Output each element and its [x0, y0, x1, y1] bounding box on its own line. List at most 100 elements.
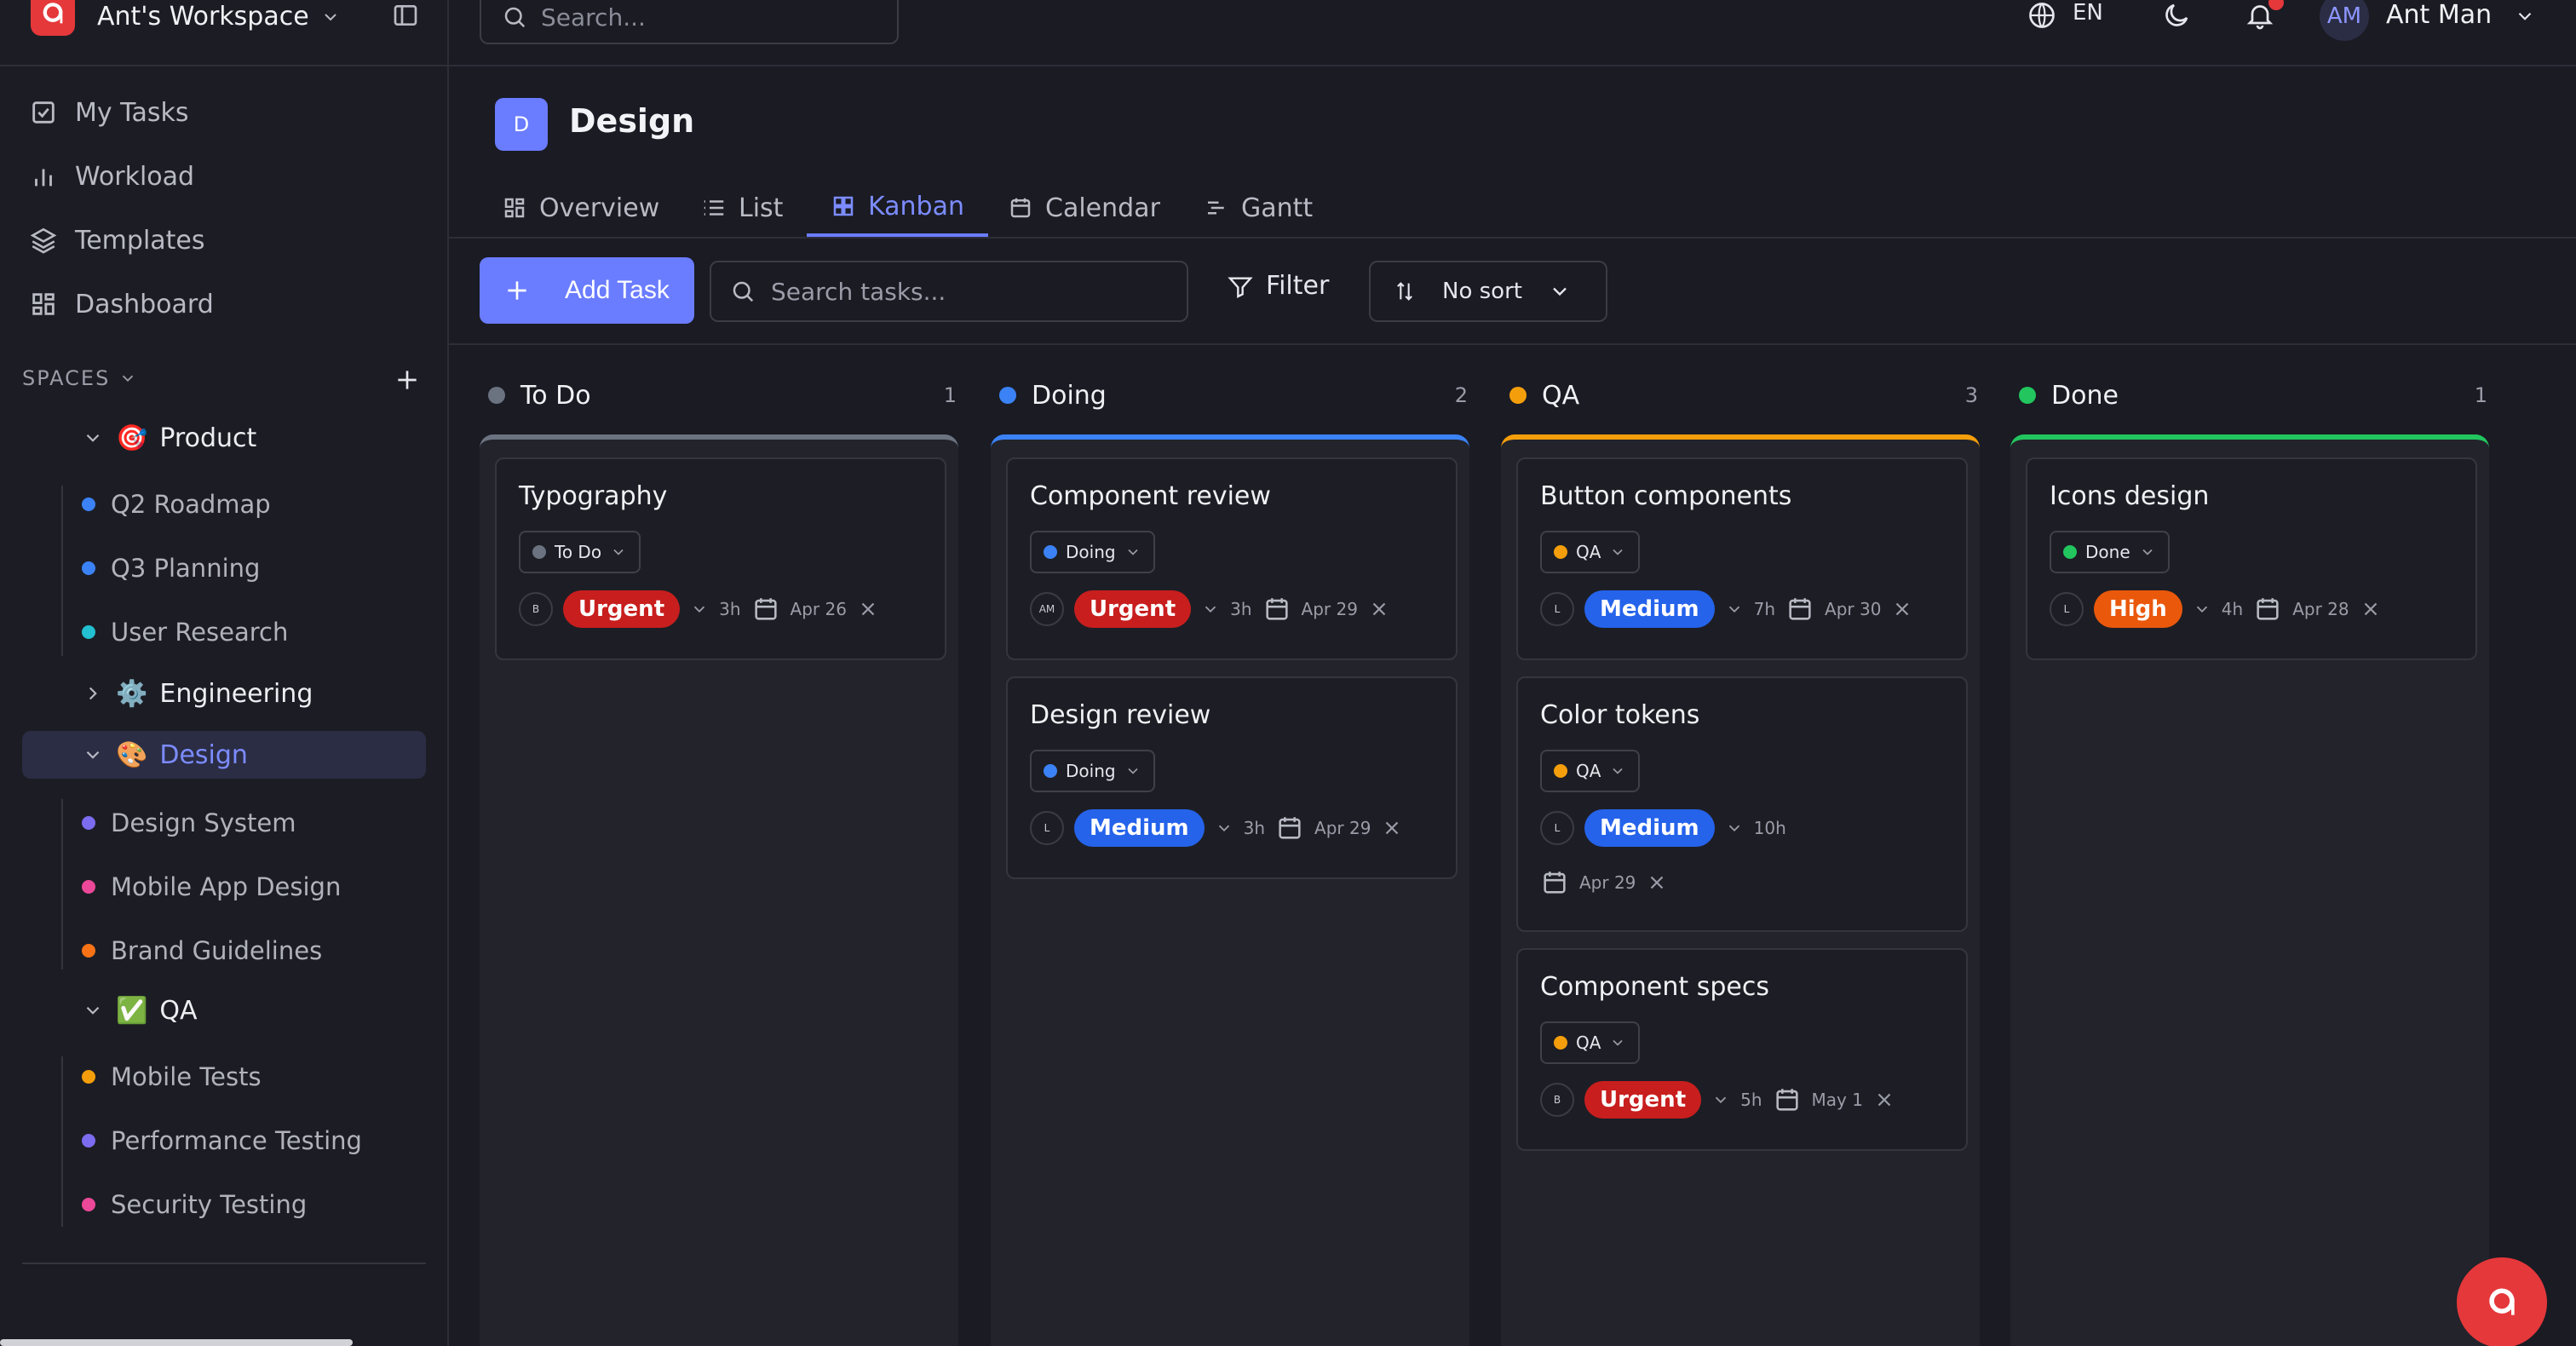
workspace-name[interactable]: Ant's Workspace [97, 0, 309, 34]
due-date: May 1 [1811, 1090, 1863, 1110]
tab-kanban[interactable]: Kanban [807, 179, 988, 237]
task-card[interactable]: Component specs QA B Urgent 5h May 1 [1516, 948, 1968, 1151]
help-fab-button[interactable] [2457, 1257, 2547, 1346]
calendar-icon[interactable] [1275, 814, 1304, 843]
sort-select[interactable]: No sort [1369, 261, 1607, 322]
list-item-q2-roadmap[interactable]: Q2 Roadmap [82, 484, 271, 525]
list-item-mobile-app-design[interactable]: Mobile App Design [82, 866, 341, 907]
status-dropdown[interactable]: Doing [1030, 531, 1155, 573]
calendar-icon[interactable] [751, 595, 780, 624]
task-card[interactable]: Color tokens QA L Medium 10h Apr 29 [1516, 676, 1968, 932]
priority-badge[interactable]: Urgent [563, 590, 681, 628]
close-icon[interactable] [857, 598, 879, 620]
task-card[interactable]: Design review Doing L Medium 3h Apr 29 [1006, 676, 1458, 879]
chevron-down-icon[interactable] [1201, 600, 1220, 618]
task-card[interactable]: Button components QA L Medium 7h Apr 30 [1516, 457, 1968, 660]
sort-label: No sort [1442, 279, 1522, 304]
task-title: Color tokens [1540, 700, 1700, 730]
space-emoji: 🎯 [116, 423, 148, 453]
close-icon[interactable] [1381, 817, 1403, 839]
status-dropdown[interactable]: QA [1540, 1021, 1641, 1064]
add-space-icon[interactable] [394, 366, 421, 394]
tab-list[interactable]: List [701, 179, 783, 237]
scrollbar[interactable] [0, 1339, 353, 1346]
nav-templates[interactable]: Templates [29, 220, 205, 261]
grid-icon [504, 198, 525, 218]
assignee-avatar[interactable]: L [1030, 811, 1064, 845]
assignee-avatar[interactable]: AM [1030, 592, 1064, 626]
chevron-down-icon[interactable] [690, 600, 709, 618]
close-icon[interactable] [1873, 1089, 1895, 1111]
nav-dashboard[interactable]: Dashboard [29, 284, 214, 325]
chevron-down-icon[interactable] [320, 7, 341, 27]
status-dropdown[interactable]: Done [2050, 531, 2170, 573]
priority-badge[interactable]: Urgent [1074, 590, 1192, 628]
nav-my-tasks[interactable]: My Tasks [29, 92, 189, 133]
space-design[interactable]: 🎨 Design [22, 731, 426, 779]
list-item-brand-guidelines[interactable]: Brand Guidelines [82, 930, 322, 971]
assignee-avatar[interactable]: B [519, 592, 553, 626]
tab-overview[interactable]: Overview [502, 179, 659, 237]
list-item-security-testing[interactable]: Security Testing [82, 1184, 307, 1225]
space-engineering[interactable]: ⚙️ Engineering [82, 670, 313, 717]
language-selector[interactable]: EN [2073, 0, 2103, 26]
task-card[interactable]: Component review Doing AM Urgent 3h Apr 29 [1006, 457, 1458, 660]
user-name[interactable]: Ant Man [2386, 0, 2492, 30]
tab-gantt[interactable]: Gantt [1204, 179, 1313, 237]
globe-icon[interactable] [2027, 0, 2057, 31]
calendar-icon[interactable] [1785, 595, 1814, 624]
close-icon[interactable] [1891, 598, 1913, 620]
column-count: 2 [1454, 383, 1468, 407]
calendar-icon[interactable] [2253, 595, 2282, 624]
global-search-input[interactable]: Search... [480, 0, 899, 44]
task-card[interactable]: Typography To Do B Urgent 3h Apr 26 [495, 457, 946, 660]
status-dropdown[interactable]: Doing [1030, 750, 1155, 792]
calendar-icon[interactable] [1540, 868, 1569, 897]
chevron-down-icon[interactable] [2514, 5, 2536, 27]
priority-badge[interactable]: Medium [1584, 809, 1715, 847]
assignee-avatar[interactable]: L [1540, 592, 1574, 626]
task-card[interactable]: Icons design Done L High 4h Apr 28 [2026, 457, 2477, 660]
moon-icon[interactable] [2161, 0, 2192, 31]
space-name: Product [159, 423, 257, 453]
chevron-down-icon[interactable] [1725, 819, 1744, 837]
space-product[interactable]: 🎯 Product [82, 414, 256, 462]
status-dropdown[interactable]: QA [1540, 750, 1641, 792]
priority-badge[interactable]: Medium [1584, 590, 1715, 628]
close-icon[interactable] [2360, 598, 2382, 620]
tab-calendar[interactable]: Calendar [1008, 179, 1160, 237]
list-item-design-system[interactable]: Design System [82, 802, 296, 843]
add-task-button[interactable]: Add Task [480, 257, 694, 324]
task-search-input[interactable]: Search tasks... [710, 261, 1188, 322]
calendar-icon[interactable] [1773, 1085, 1802, 1114]
spaces-header[interactable]: SPACES [22, 366, 137, 390]
chevron-down-icon[interactable] [2193, 600, 2211, 618]
close-icon[interactable] [1646, 871, 1668, 894]
nav-label: Dashboard [75, 289, 214, 319]
close-icon[interactable] [1368, 598, 1390, 620]
filter-button[interactable]: Filter [1227, 271, 1329, 301]
priority-badge[interactable]: Urgent [1584, 1081, 1702, 1119]
priority-badge[interactable]: Medium [1074, 809, 1205, 847]
avatar[interactable]: AM [2320, 0, 2369, 41]
list-item-q3-planning[interactable]: Q3 Planning [82, 548, 260, 589]
assignee-avatar[interactable]: L [2050, 592, 2084, 626]
list-label: User Research [111, 618, 289, 647]
space-qa[interactable]: ✅ QA [82, 986, 198, 1034]
calendar-icon[interactable] [1262, 595, 1291, 624]
chevron-down-icon[interactable] [1725, 600, 1744, 618]
nav-workload[interactable]: Workload [29, 156, 194, 197]
status-dropdown[interactable]: QA [1540, 531, 1641, 573]
sidebar-toggle-icon[interactable] [392, 2, 419, 29]
list-item-mobile-tests[interactable]: Mobile Tests [82, 1056, 262, 1097]
priority-badge[interactable]: High [2094, 590, 2182, 628]
status-dropdown[interactable]: To Do [519, 531, 641, 573]
chevron-down-icon[interactable] [1215, 819, 1233, 837]
list-item-user-research[interactable]: User Research [82, 612, 288, 653]
chevron-down-icon[interactable] [1711, 1090, 1730, 1109]
assignee-avatar[interactable]: L [1540, 811, 1574, 845]
task-meta: L Medium 7h Apr 30 [1540, 590, 1913, 628]
list-item-performance-testing[interactable]: Performance Testing [82, 1120, 362, 1161]
assignee-avatar[interactable]: B [1540, 1083, 1574, 1117]
column-header: Doing 2 [999, 380, 1468, 411]
